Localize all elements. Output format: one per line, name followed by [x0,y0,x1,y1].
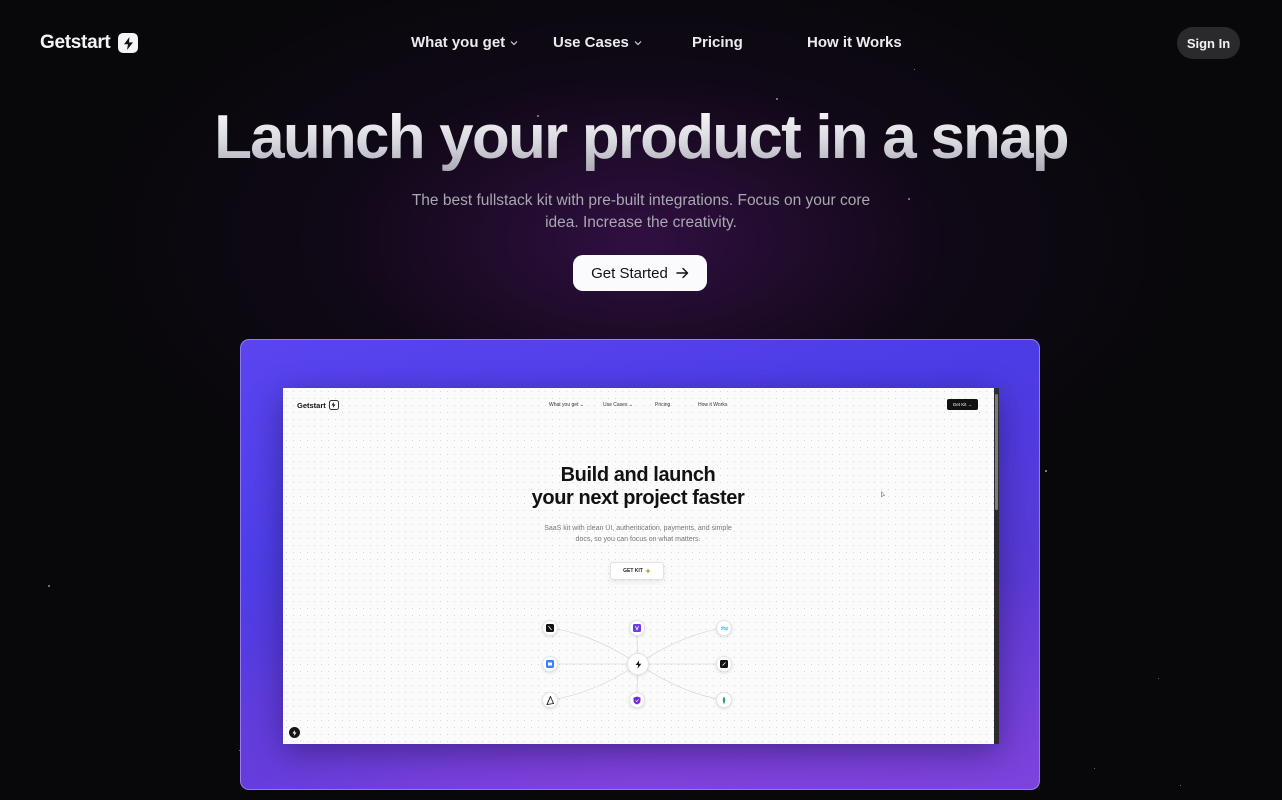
star [1180,785,1181,786]
vite-icon [629,620,645,636]
logo-text: Getstart [40,32,111,53]
chevron-down-icon [634,40,642,45]
star [1158,678,1159,679]
get-started-label: Get Started [591,264,668,282]
logo[interactable]: Getstart [40,32,139,54]
lightning-icon [627,653,649,675]
preview-screenshot: Getstart What you get ⌄ Use Cases ⌄ Pric… [283,388,999,744]
preview-scrollbar-thumb [995,394,998,510]
nav-item-what-you-get[interactable]: What you get [411,34,518,51]
preview-title-line-1: Build and launch [560,464,716,486]
preview-title: Build and launch your next project faste… [283,464,993,510]
preview-corner-badge [289,727,300,738]
shield-icon [629,692,645,708]
tailwind-icon [716,620,732,636]
preview-nav-pricing: Pricing [655,402,671,408]
hero-subtitle: The best fullstack kit with pre-built in… [411,192,871,231]
star [48,585,50,587]
preview-logo: Getstart [297,400,339,410]
get-started-button[interactable]: Get Started [573,255,707,291]
star [776,98,778,100]
preview-nav-how-it-works: How it Works [698,402,728,408]
star [1045,470,1047,472]
integration-diagram [533,614,743,714]
sparkle-icon [644,568,651,574]
nav-item-pricing[interactable]: Pricing [692,34,743,51]
preview-logo-text: Getstart [297,400,326,410]
lightning-icon [328,400,339,410]
cursor-icon [881,491,886,498]
top-navigation: Getstart What you get Use Cases Pricing … [0,0,1282,86]
lightning-icon [118,33,139,53]
preview-subtitle: SaaS kit with clean UI, authentication, … [544,525,732,543]
next-icon [542,620,558,636]
preview-title-line-2: your next project faster [531,487,745,509]
nav-item-label: What you get [411,34,506,51]
preview-nav-what-you-get: What you get ⌄ [549,402,585,408]
preview-get-kit-button: Get Kit → [947,399,978,410]
db-icon [542,656,558,672]
prisma-icon [542,692,558,708]
sign-in-button[interactable]: Sign In [1177,27,1240,59]
hero-title: Launch your product in a snap [0,102,1282,173]
nav-item-how-it-works[interactable]: How it Works [807,34,902,51]
star [908,198,910,200]
product-preview-frame: Getstart What you get ⌄ Use Cases ⌄ Pric… [240,339,1040,790]
chevron-down-icon [510,40,518,45]
preview-cta-label: GET KIT [623,568,643,574]
nav-item-label: Pricing [692,34,743,51]
preview-nav-use-cases: Use Cases ⌄ [603,402,634,408]
nav-item-label: How it Works [807,34,902,51]
preview-scrollbar [994,388,999,744]
nav-item-label: Use Cases [553,34,629,51]
mongodb-icon [716,692,732,708]
arrow-right-icon [676,267,689,279]
star [1094,768,1095,769]
shadcn-icon [716,656,732,672]
nav-item-use-cases[interactable]: Use Cases [553,34,642,51]
preview-get-kit-cta: GET KIT [610,562,664,580]
